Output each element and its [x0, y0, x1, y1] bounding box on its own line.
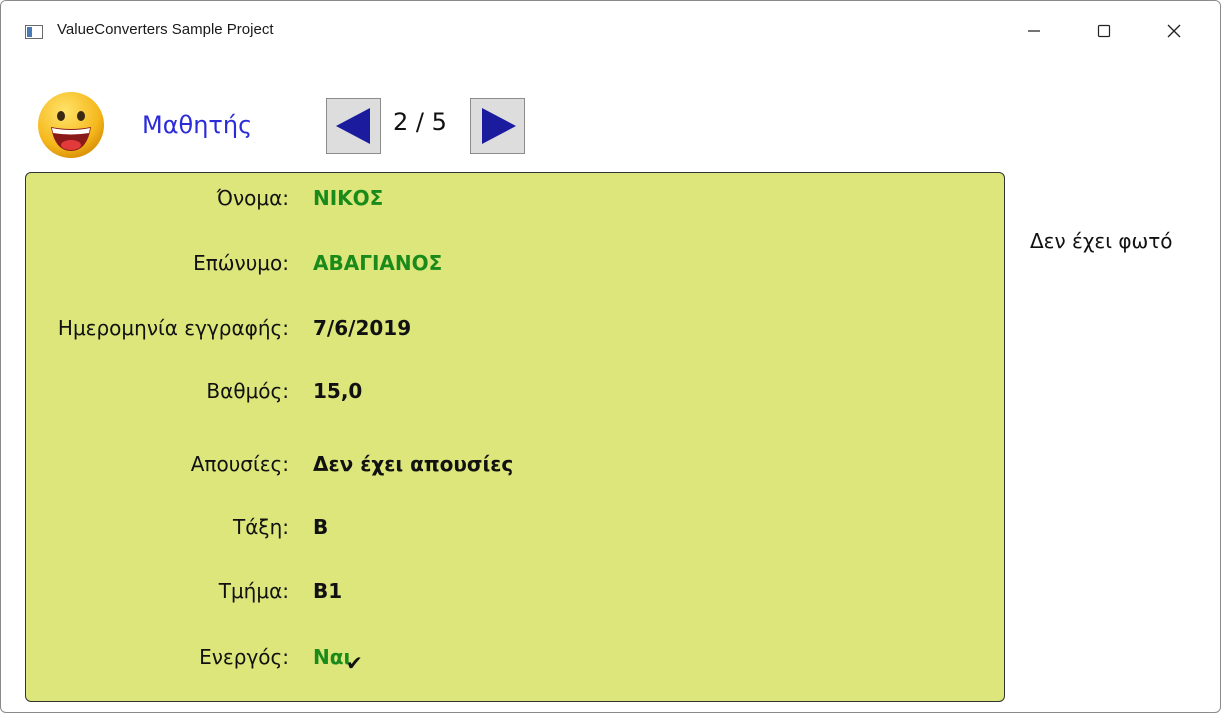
maximize-button[interactable] — [1081, 11, 1127, 51]
arrow-right-icon — [481, 108, 516, 144]
field-label: Επώνυμο: — [193, 251, 289, 275]
field-value: 15,0 — [313, 379, 363, 403]
arrow-left-icon — [335, 108, 370, 144]
field-value: ΝΙΚΟΣ — [313, 186, 384, 210]
maximize-icon — [1097, 24, 1111, 38]
no-photo-text: Δεν έχει φωτό — [1030, 229, 1173, 253]
app-icon — [25, 25, 43, 39]
field-value: Β — [313, 515, 329, 539]
close-icon — [1167, 24, 1181, 38]
field-value: Β1 — [313, 579, 343, 603]
previous-button[interactable] — [326, 98, 381, 154]
student-details-panel: Όνομα: ΝΙΚΟΣ Επώνυμο: ΑΒΑΓΙΑΝΟΣ Ημερομην… — [25, 172, 1005, 702]
section-title: Μαθητής — [142, 111, 253, 139]
field-value: ΑΒΑΓΙΑΝΟΣ — [313, 251, 443, 275]
minimize-icon — [1028, 30, 1040, 32]
field-label: Βαθμός: — [206, 379, 289, 403]
title-bar: ValueConverters Sample Project — [1, 1, 1220, 63]
checkmark-icon: ✔ — [346, 651, 363, 675]
field-label: Ημερομηνία εγγραφής: — [57, 316, 289, 340]
field-value: 7/6/2019 — [313, 316, 412, 340]
field-value: Δεν έχει απουσίες — [313, 452, 514, 476]
next-button[interactable] — [470, 98, 525, 154]
page-counter: 2 / 5 — [393, 108, 447, 136]
field-label: Όνομα: — [216, 186, 289, 210]
close-button[interactable] — [1151, 11, 1197, 51]
field-label: Τμήμα: — [218, 579, 289, 603]
smiley-face-icon — [38, 92, 104, 158]
minimize-button[interactable] — [1011, 11, 1057, 51]
field-label: Απουσίες: — [190, 452, 289, 476]
field-label: Ενεργός: — [199, 645, 289, 669]
window-title: ValueConverters Sample Project — [57, 21, 274, 38]
app-window: ValueConverters Sample Project Μαθητής 2 — [0, 0, 1221, 713]
field-label: Τάξη: — [233, 515, 289, 539]
